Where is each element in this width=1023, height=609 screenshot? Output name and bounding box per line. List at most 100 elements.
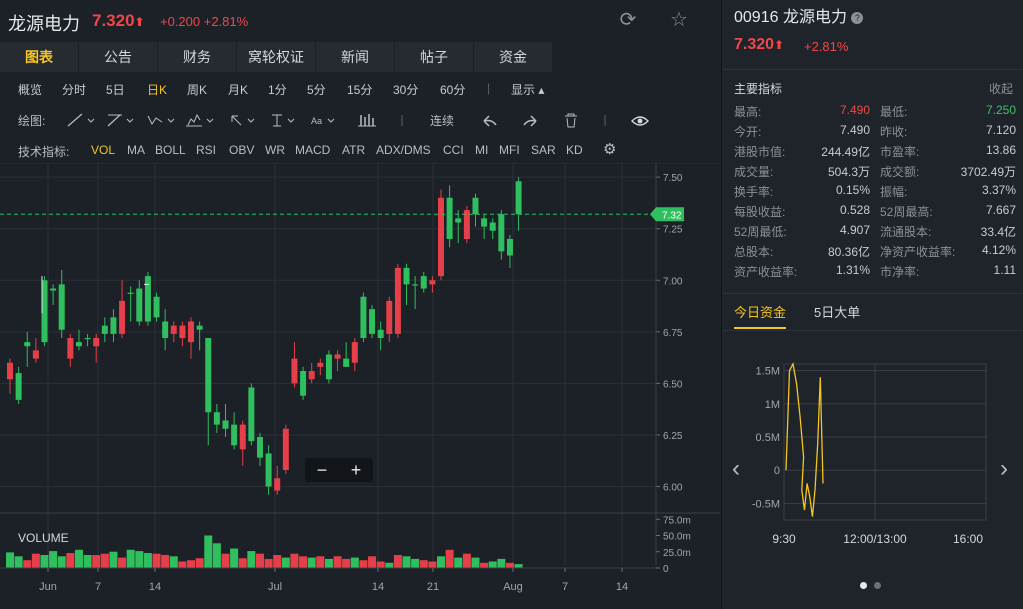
period-9[interactable]: 30分 bbox=[393, 81, 418, 98]
stat-label: 市盈率: bbox=[880, 145, 920, 159]
volume-bar bbox=[393, 555, 402, 568]
info-icon[interactable]: ? bbox=[851, 11, 864, 24]
draw-toolbar: 绘图: Aa 连续 bbox=[0, 106, 720, 134]
period-6[interactable]: 1分 bbox=[268, 81, 287, 98]
period-7[interactable]: 5分 bbox=[307, 81, 326, 98]
candle-body bbox=[308, 371, 315, 380]
right-title: 00916 龙源电力 ? bbox=[734, 3, 864, 27]
stat-label: 资产收益率: bbox=[734, 265, 798, 279]
y-tick-label: 6.00 bbox=[663, 483, 683, 494]
candle-body bbox=[179, 325, 186, 338]
volume-bar bbox=[290, 553, 299, 568]
period-4[interactable]: 周K bbox=[187, 81, 207, 98]
candle-body bbox=[256, 437, 263, 458]
fund-tab-1[interactable]: 5日大单 bbox=[814, 302, 860, 329]
indicator-adx-dms[interactable]: ADX/DMS bbox=[376, 143, 431, 157]
candle-body bbox=[265, 453, 272, 487]
candle-body bbox=[360, 296, 367, 338]
candle-body bbox=[498, 214, 505, 252]
period-0[interactable]: 概览 bbox=[18, 81, 42, 98]
kline-chart[interactable]: 7.50 7.25 7.00 6.75 6.50 6.25 6.00 7.32 75.0m 50.… bbox=[0, 162, 720, 603]
volume-bar bbox=[92, 555, 101, 568]
display-menu[interactable]: 显示 ▴ bbox=[511, 81, 544, 98]
volume-bar bbox=[66, 553, 75, 568]
indicator-boll[interactable]: BOLL bbox=[155, 143, 186, 157]
volume-bar bbox=[109, 551, 118, 568]
star-icon[interactable]: ☆ bbox=[667, 8, 691, 32]
indicator-macd[interactable]: MACD bbox=[295, 143, 330, 157]
indicator-kd[interactable]: KD bbox=[566, 143, 583, 157]
draw-tools[interactable]: Aa bbox=[66, 112, 426, 128]
stat-label: 今开: bbox=[734, 125, 762, 139]
divider bbox=[722, 330, 1023, 331]
y-tick-label: 6.25 bbox=[663, 431, 683, 442]
next-arrow-icon[interactable]: › bbox=[1000, 455, 1008, 483]
period-10[interactable]: 60分 bbox=[440, 81, 465, 98]
candle-body bbox=[84, 338, 91, 340]
refresh-icon[interactable]: ⟳ bbox=[616, 8, 640, 32]
period-1[interactable]: 分时 bbox=[62, 81, 86, 98]
indicator-cci[interactable]: CCI bbox=[443, 143, 464, 157]
volume-bar bbox=[454, 557, 463, 568]
period-3[interactable]: 日K bbox=[147, 81, 167, 98]
indicator-obv[interactable]: OBV bbox=[229, 143, 254, 157]
stat-value: 7.120 bbox=[985, 123, 1016, 137]
candle-body bbox=[170, 325, 177, 334]
fund-flow-chart: 1.5M 1M 0.5M 0 -0.5M 9:30 12:00/13:00 16:00 bbox=[752, 362, 987, 546]
period-5[interactable]: 月K bbox=[228, 81, 248, 98]
volume-bar bbox=[230, 548, 239, 568]
tab-1[interactable]: 公告 bbox=[79, 42, 157, 72]
tab-5[interactable]: 帖子 bbox=[395, 42, 473, 72]
period-8[interactable]: 15分 bbox=[347, 81, 372, 98]
stat-row: 换手率: 0.15% 振幅: 3.37% bbox=[734, 183, 1016, 203]
fund-flow-line bbox=[785, 362, 824, 517]
indicator-sar[interactable]: SAR bbox=[531, 143, 556, 157]
zoom-in-button[interactable]: + bbox=[339, 458, 373, 482]
separator: | bbox=[487, 81, 491, 95]
candle-body bbox=[110, 317, 117, 334]
stat-value: 0.15% bbox=[835, 183, 870, 197]
candle-body bbox=[248, 387, 255, 442]
fund-tab-0[interactable]: 今日资金 bbox=[734, 302, 787, 329]
stat-row: 资产收益率: 1.31% 市净率: 1.11 bbox=[734, 263, 1016, 283]
volume-bar bbox=[445, 549, 454, 568]
tab-4[interactable]: 新闻 bbox=[316, 42, 394, 72]
tab-3[interactable]: 窝轮权证 bbox=[237, 42, 315, 72]
collapse-button[interactable]: 收起 bbox=[989, 80, 1013, 97]
tab-6[interactable]: 资金 bbox=[474, 42, 552, 72]
period-2[interactable]: 5日 bbox=[106, 81, 125, 98]
indicator-mi[interactable]: MI bbox=[475, 143, 488, 157]
prev-arrow-icon[interactable]: ‹ bbox=[732, 455, 740, 483]
x-tick-label: Jul bbox=[268, 581, 282, 593]
indicator-mfi[interactable]: MFI bbox=[499, 143, 520, 157]
candle-body bbox=[300, 371, 307, 396]
indicator-wr[interactable]: WR bbox=[265, 143, 285, 157]
kline-svg[interactable]: 7.50 7.25 7.00 6.75 6.50 6.25 6.00 7.32 75.0m 50.… bbox=[0, 162, 720, 603]
zoom-out-button[interactable]: − bbox=[305, 458, 339, 482]
tab-0[interactable]: 图表 bbox=[0, 42, 78, 72]
indicator-vol[interactable]: VOL bbox=[91, 143, 115, 157]
fund-x-label: 16:00 bbox=[953, 532, 983, 546]
candle-body bbox=[32, 350, 39, 359]
candle-body bbox=[93, 338, 100, 347]
candle-body bbox=[239, 424, 246, 450]
indicator-rsi[interactable]: RSI bbox=[196, 143, 216, 157]
draw-label: 绘图: bbox=[18, 114, 46, 128]
indicator-atr[interactable]: ATR bbox=[342, 143, 365, 157]
right-panel: 00916 龙源电力 ? 7.320⬆ +2.81% 主要指标 收起 最高: 7.… bbox=[721, 0, 1023, 609]
gear-icon[interactable]: ⚙ bbox=[603, 140, 616, 158]
page-dot-active[interactable] bbox=[860, 582, 867, 589]
stat-label: 净资产收益率: bbox=[880, 245, 956, 259]
indicator-toolbar: 技术指标: VOL MA BOLL RSI OBV WR MACD ATR ADX/DMS CCI M… bbox=[0, 138, 720, 162]
stock-price: 7.320⬆ bbox=[92, 11, 145, 30]
volume-bar bbox=[281, 557, 290, 568]
stat-label: 最高: bbox=[734, 105, 762, 119]
stat-value: 4.12% bbox=[981, 243, 1016, 257]
tab-2[interactable]: 财务 bbox=[158, 42, 236, 72]
page-dot[interactable] bbox=[874, 582, 881, 589]
volume-bar bbox=[419, 560, 428, 568]
continuous-toggle[interactable]: 连续 bbox=[430, 112, 454, 129]
volume-bar bbox=[333, 556, 342, 568]
stat-label: 52周最低: bbox=[734, 225, 787, 239]
indicator-ma[interactable]: MA bbox=[127, 143, 145, 157]
